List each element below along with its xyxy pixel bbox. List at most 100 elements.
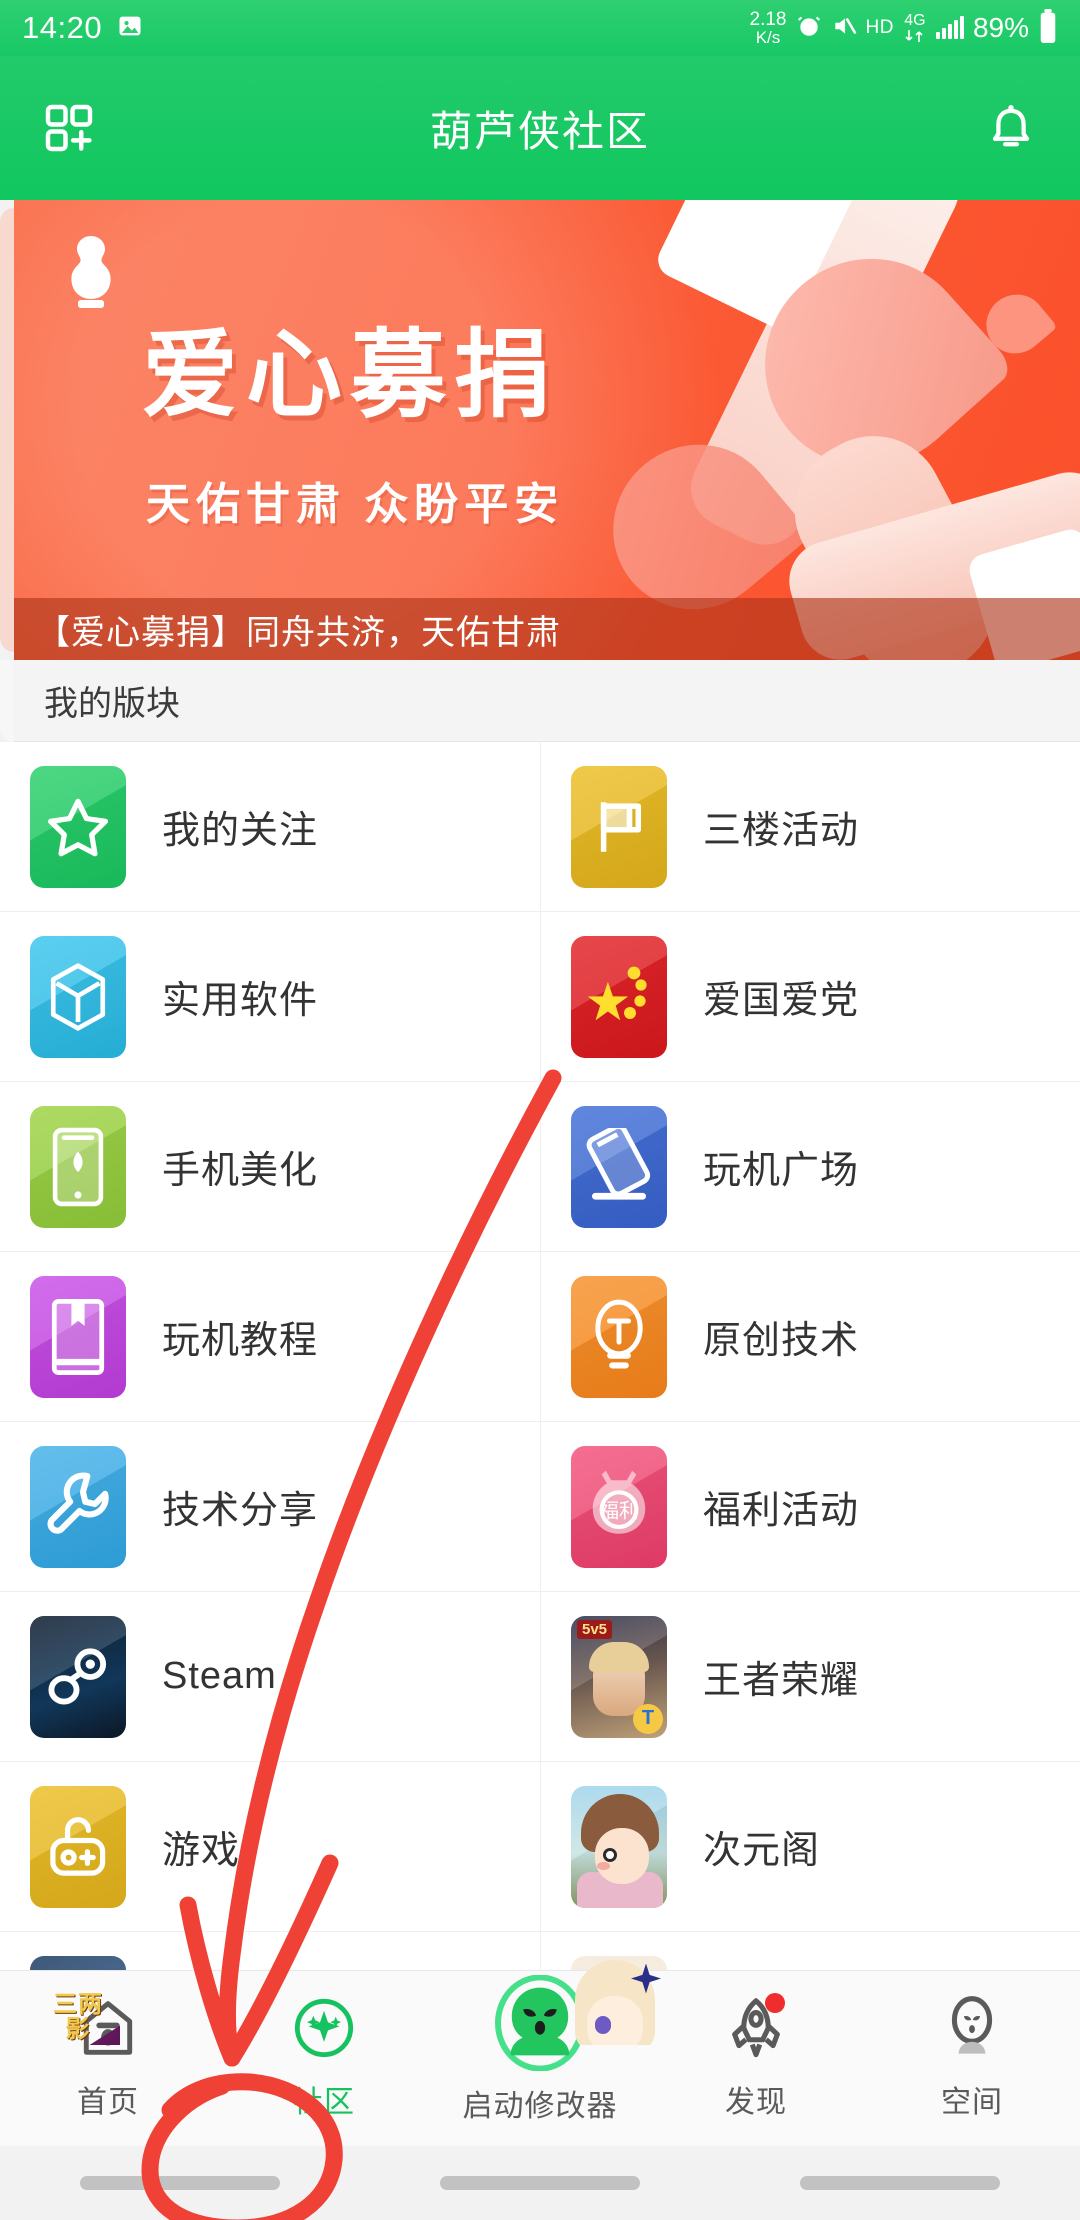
tile-text: 福利: [599, 1500, 638, 1522]
grid-item-welfare-activity[interactable]: 福利 福利活动: [540, 1422, 1080, 1591]
game-lock-icon: [30, 1785, 126, 1908]
nav-item-space[interactable]: 空间: [864, 1989, 1080, 2121]
alien-head-icon: [492, 1975, 588, 2071]
grid-item-label: 爱国爱党: [703, 980, 860, 1022]
network-speed-unit: K/s: [755, 28, 781, 47]
bell-icon[interactable]: [976, 93, 1046, 163]
grid-item-tech-share[interactable]: 技术分享: [0, 1422, 540, 1591]
page-title: 葫芦侠社区: [429, 107, 650, 155]
flag-icon: [571, 765, 667, 888]
battery-percent: 89%: [972, 12, 1029, 43]
data-transfer-arrows-icon: [905, 30, 923, 42]
nav-item-label: 空间: [941, 2086, 1003, 2119]
phone-screen: 14:20 2.18 K/s HD 4G 89% 葫芦侠社区 爱心募捐 天佑甘肃…: [0, 0, 1080, 2220]
grid-item-useful-software[interactable]: 实用软件: [0, 912, 540, 1081]
nav-pill-recents[interactable]: [800, 2176, 1000, 2190]
network-speed: 2.18 K/s: [750, 10, 787, 46]
grid-item-patriotism[interactable]: 爱国爱党: [540, 912, 1080, 1081]
grid-row: 我的关注 三楼活动: [0, 742, 1080, 912]
grid-item-game[interactable]: 游戏: [0, 1762, 540, 1931]
banner-card[interactable]: 爱心募捐 天佑甘肃 众盼平安 【爱心募捐】同舟共济，天佑甘肃: [14, 200, 1080, 660]
banner-caption: 【爱心募捐】同舟共济，天佑甘肃: [14, 598, 1080, 660]
honor-of-kings-icon: 5v5 T: [571, 1615, 667, 1738]
grid-row: 手机美化 玩机广场: [0, 1082, 1080, 1252]
network-type-indicator: 4G: [903, 13, 927, 43]
nav-pill-home[interactable]: [440, 2176, 640, 2190]
battery-icon: [1038, 8, 1058, 48]
grid-item-anime-pavilion[interactable]: 次元阁: [540, 1762, 1080, 1931]
signal-bars-icon: [935, 16, 964, 39]
alarm-icon: [796, 13, 822, 44]
anime-girl-avatar-icon: [571, 1785, 667, 1908]
status-bar: 14:20 2.18 K/s HD 4G 89%: [0, 0, 1080, 56]
grid-item-phone-plaza[interactable]: 玩机广场: [540, 1082, 1080, 1251]
character-cheek-shape: [597, 1861, 610, 1870]
status-bar-right: 2.18 K/s HD 4G 89%: [750, 8, 1058, 48]
grid-item-label: 玩机广场: [703, 1150, 860, 1192]
grid-row: 玩机教程 原创技术: [0, 1252, 1080, 1422]
promo-banner[interactable]: 爱心募捐 天佑甘肃 众盼平安 【爱心募捐】同舟共济，天佑甘肃: [0, 200, 1080, 660]
nav-item-label: 社区: [293, 2086, 355, 2119]
mute-icon: [831, 13, 857, 44]
grid-item-label: 三楼活动: [703, 810, 860, 852]
grid-item-original-tech[interactable]: 原创技术: [540, 1252, 1080, 1421]
board-grid: 我的关注 三楼活动 实用软件 爱国爱党 手机美化 玩机广场 玩机教程 原创技术 …: [0, 742, 1080, 2045]
network-speed-value: 2.18: [749, 9, 787, 30]
wrench-icon: [30, 1445, 126, 1568]
banner-title: 爱心募捐: [142, 322, 558, 429]
grid-item-label: 福利活动: [703, 1490, 860, 1532]
gourd-logo-icon: [56, 232, 126, 316]
star-icon: [30, 765, 126, 888]
section-title: 我的版块: [14, 660, 1080, 742]
nav-pill-back[interactable]: [80, 2176, 280, 2190]
grid-item-third-floor-activity[interactable]: 三楼活动: [540, 742, 1080, 911]
character-hair-shape: [589, 1641, 649, 1672]
bottom-navigation-bar: 首页 社区 启动修改器 发现 空间: [0, 1970, 1080, 2146]
book-icon: [30, 1275, 126, 1398]
china-flag-icon: [571, 935, 667, 1058]
avatar-head-icon: [933, 1989, 1011, 2067]
movie-poster-icon: 三两影: [30, 1955, 126, 2045]
status-bar-left: 14:20: [22, 10, 144, 46]
grid-row: Steam 5v5 T 王者荣耀: [0, 1592, 1080, 1762]
nav-item-label: 首页: [77, 2086, 139, 2119]
hd-label: HD: [865, 17, 894, 38]
notification-badge-dot: [765, 1993, 785, 2013]
grid-row: 实用软件 爱国爱党: [0, 912, 1080, 1082]
grid-item-label: 手机美化: [162, 1150, 319, 1192]
steam-logo-icon: [30, 1615, 126, 1738]
network-type-label: 4G: [904, 12, 926, 29]
grid-row: 游戏 次元阁: [0, 1762, 1080, 1932]
grid-item-honor-of-kings[interactable]: 5v5 T 王者荣耀: [540, 1592, 1080, 1761]
grid-item-my-follow[interactable]: 我的关注: [0, 742, 540, 911]
cube-icon: [30, 935, 126, 1058]
lightbulb-t-icon: [571, 1275, 667, 1398]
tilted-phone-icon: [571, 1105, 667, 1228]
poster-text: 三两影: [53, 1990, 103, 2043]
grid-item-label: 次元阁: [703, 1830, 821, 1872]
grid-item-phone-beautify[interactable]: 手机美化: [0, 1082, 540, 1251]
character-eye-shape: [595, 2015, 611, 2034]
nav-item-discover[interactable]: 发现: [648, 1989, 864, 2121]
nav-item-community[interactable]: 社区: [216, 1989, 432, 2121]
nav-item-label: 启动修改器: [462, 2090, 618, 2123]
image-icon: [116, 12, 144, 45]
grid-item-phone-tutorial[interactable]: 玩机教程: [0, 1252, 540, 1421]
genshin-avatar-icon: [571, 1955, 667, 2045]
nav-item-label: 发现: [725, 2086, 787, 2119]
grid-item-label: 技术分享: [162, 1490, 319, 1532]
grid-item-steam[interactable]: Steam: [0, 1592, 540, 1761]
money-bag-icon: 福利: [571, 1445, 667, 1568]
grid-item-label: 游戏: [162, 1830, 241, 1872]
android-navigation-bar: [0, 2146, 1080, 2220]
sparkle-icon: [285, 1989, 363, 2067]
grid-item-label: 原创技术: [703, 1320, 860, 1362]
grid-row: 技术分享 福利 福利活动: [0, 1422, 1080, 1592]
grid-plus-icon[interactable]: [34, 93, 104, 163]
character-eye-shape: [603, 1847, 617, 1862]
banner-subtitle: 天佑甘肃 众盼平安: [146, 480, 565, 529]
status-time: 14:20: [22, 10, 103, 45]
rocket-icon: [717, 1989, 795, 2067]
grid-item-label: 实用软件: [162, 980, 319, 1022]
grid-item-label: 我的关注: [162, 810, 319, 852]
